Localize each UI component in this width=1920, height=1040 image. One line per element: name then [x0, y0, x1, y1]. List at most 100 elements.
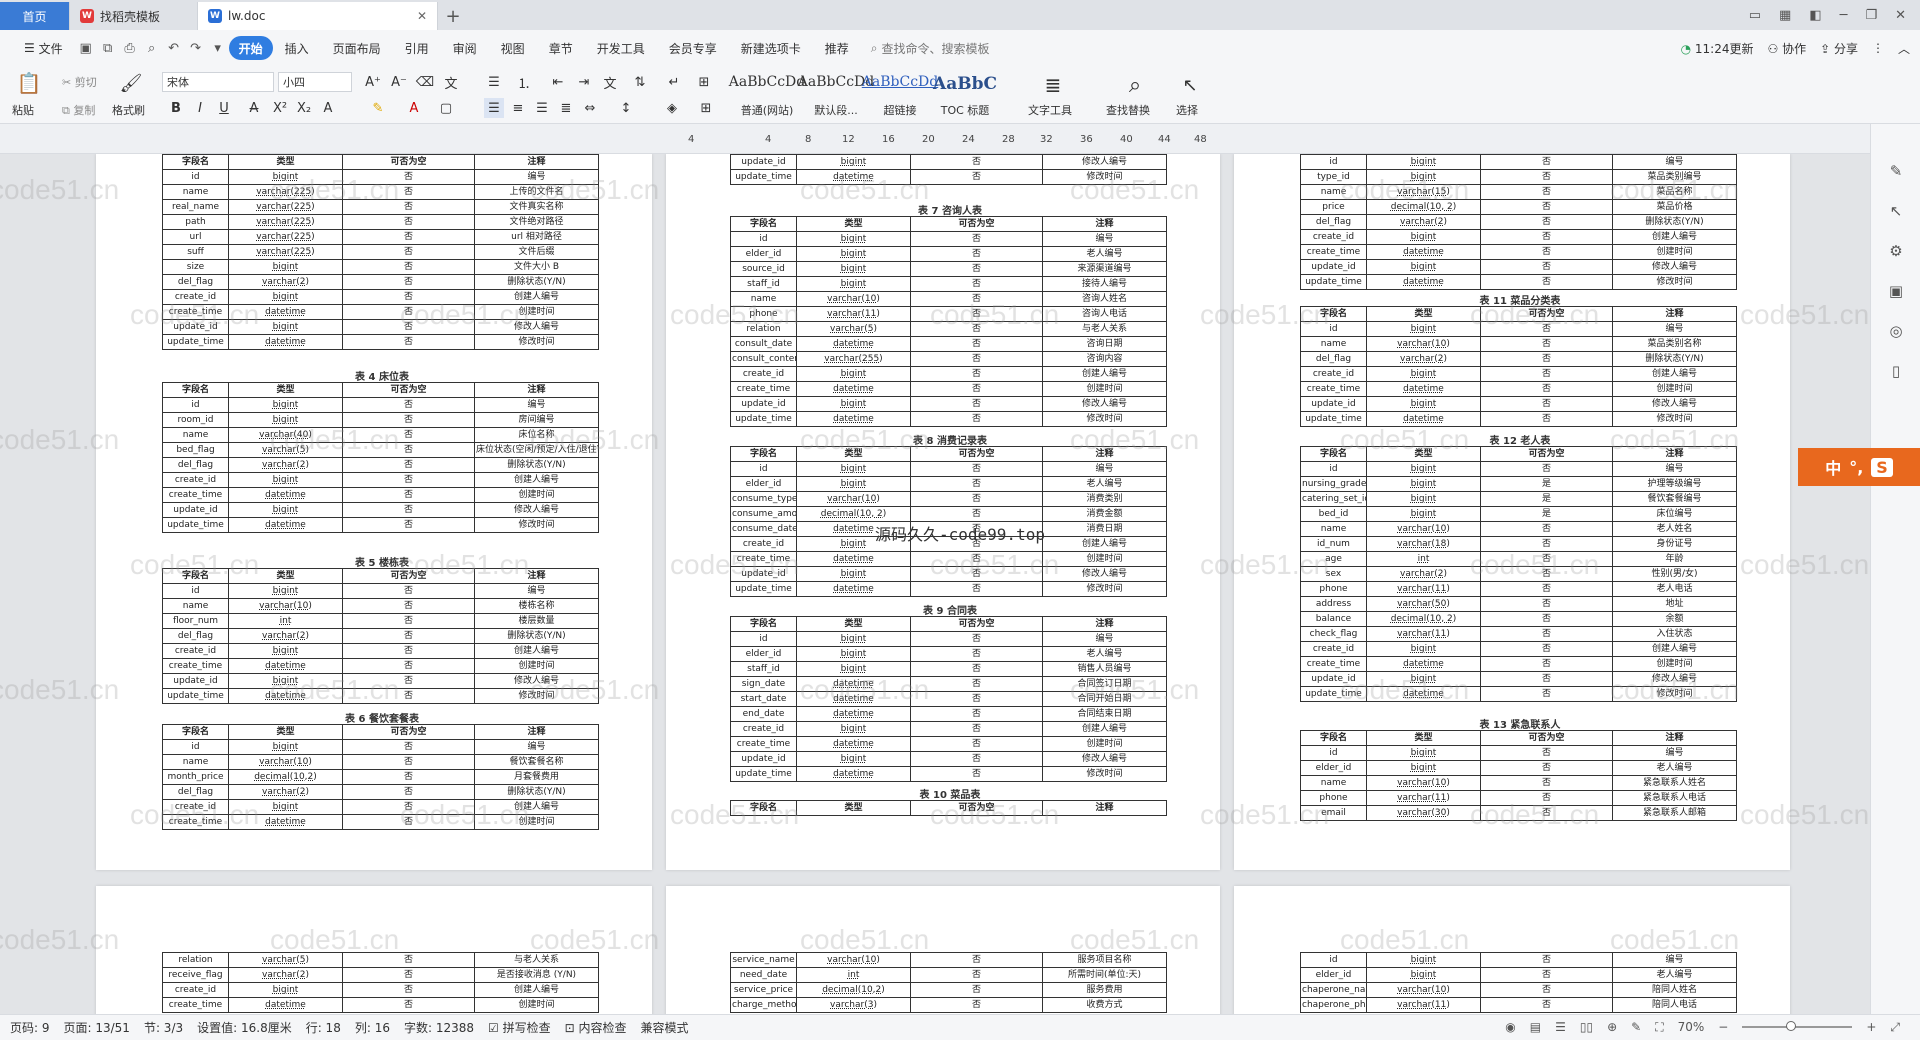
schema-table[interactable]: 字段名类型可否为空注释idbigint否编号nursing_grade_idbi… — [1300, 446, 1737, 702]
font-size-select[interactable]: 小四 — [278, 72, 352, 92]
eye-protect-icon[interactable]: ◉ — [1505, 1020, 1515, 1034]
table-row[interactable]: update_time datetime 否修改时间 — [1300, 686, 1737, 702]
table-row[interactable]: id bigint 否编号 — [1300, 321, 1737, 337]
table-row[interactable]: name varchar(10) 否楼栋名称 — [162, 598, 599, 614]
table-row[interactable]: address varchar(50) 否地址 — [1300, 596, 1737, 612]
image-icon[interactable]: ▣ — [1886, 282, 1906, 302]
table-row[interactable]: del_flag varchar(2) 否删除状态(Y/N) — [162, 628, 599, 644]
table-row[interactable]: bed_flagvarchar(5)否床位状态(空闲/预定/入住/退住审核) — [162, 442, 599, 458]
table-row[interactable]: update_time datetime 否修改时间 — [162, 334, 599, 350]
schema-table[interactable]: 字段名 类型 可否为空 注释 id bigint 否编号 name varchar(10) 否楼栋… — [162, 568, 599, 704]
command-search[interactable]: ⌕ 查找命令、搜索模板 — [871, 40, 990, 57]
line-spacing-icon[interactable]: ↕ — [616, 98, 636, 118]
table-row[interactable]: create_id bigint 否创建人编号 — [1300, 366, 1737, 382]
schema-table[interactable]: relation varchar(5) 否与老人关系 receive_flag varc… — [162, 952, 599, 1013]
font-name-select[interactable]: 宋体 — [162, 72, 274, 92]
clear-format-icon[interactable]: ⌫ — [414, 72, 436, 92]
table-row[interactable]: source_id bigint 否来源渠道编号 — [730, 261, 1167, 277]
menu-member[interactable]: 会员专享 — [657, 36, 729, 60]
redo-icon[interactable]: ↷ — [185, 37, 207, 59]
paste-icon[interactable]: 📋 — [16, 70, 42, 96]
spell-check-toggle[interactable]: ☑ 拼写检查 — [488, 1019, 551, 1036]
table-row[interactable]: consume_amountdecimal(10, 2)否消费金额 — [730, 506, 1167, 522]
table-row[interactable]: elder_id bigint 否老人编号 — [1300, 967, 1737, 983]
table-row[interactable]: id bigint 否编号 — [162, 739, 599, 755]
find-replace-icon[interactable]: ⌕ — [1120, 72, 1150, 98]
tab-templates[interactable]: W 找稻壳模板 — [70, 2, 198, 30]
text-tools-icon[interactable]: ≣ — [1038, 72, 1068, 98]
schema-table[interactable]: 字段名 类型 可否为空 注释 id bigint 否编号 elder_id bigint 否老人编… — [730, 216, 1167, 427]
table-row[interactable]: receive_flag varchar(2) 否是否接收消息 (Y/N) — [162, 967, 599, 983]
content-check-button[interactable]: ⊡ 内容检查 — [565, 1019, 627, 1036]
table-row[interactable]: id bigint 否编号 — [730, 631, 1167, 647]
fullscreen-icon[interactable]: ⤢ — [1890, 1020, 1900, 1035]
show-marks-icon[interactable]: ↵ — [664, 72, 684, 92]
more-icon[interactable]: ⋮ — [1872, 41, 1884, 55]
pen-icon[interactable]: ✎ — [1886, 162, 1906, 182]
table-row[interactable]: url varchar(225) 否 url 相对路径 — [162, 229, 599, 245]
skin-icon[interactable]: ◧ — [1809, 8, 1821, 23]
style-toc-heading[interactable]: AaBbC TOC 标题 — [933, 74, 997, 118]
table-row[interactable]: create_id bigint 否创建人编号 — [1300, 229, 1737, 245]
table-row[interactable]: name varchar(40) 否床位名称 — [162, 427, 599, 443]
text-effect-icon[interactable]: A — [318, 98, 338, 118]
status-page-num[interactable]: 页码: 9 — [10, 1019, 50, 1036]
page-view-icon[interactable]: ▤ — [1530, 1020, 1541, 1034]
table-row[interactable]: age int 否年龄 — [1300, 551, 1737, 567]
select-label[interactable]: 选择 — [1176, 102, 1198, 118]
restore-icon[interactable]: ❐ — [1865, 8, 1877, 23]
bullet-list-icon[interactable]: ☰ — [484, 72, 504, 92]
table-row[interactable]: update_id bigint 否修改人编号 — [162, 319, 599, 335]
table-row[interactable]: real_name varchar(225) 否文件真实名称 — [162, 199, 599, 215]
table-row[interactable]: del_flag varchar(2) 否删除状态(Y/N) — [1300, 214, 1737, 230]
table-row[interactable]: create_id bigint 否创建人编号 — [162, 289, 599, 305]
table-row[interactable]: consult_date datetime 否咨询日期 — [730, 336, 1167, 352]
table-row[interactable]: id bigint 否编号 — [1300, 154, 1737, 170]
status-words[interactable]: 字数: 12388 — [404, 1019, 474, 1036]
table-row[interactable]: update_time datetime 否修改时间 — [730, 411, 1167, 427]
menu-start[interactable]: 开始 — [228, 36, 273, 60]
table-row[interactable]: charge_method varchar(3) 否收费方式 — [730, 997, 1167, 1013]
layout-toggle-icon[interactable]: ▭ — [1749, 8, 1761, 23]
text-tools-label[interactable]: 文字工具 — [1028, 102, 1072, 118]
export-pdf-icon[interactable]: ⧉ — [97, 37, 119, 59]
status-page[interactable]: 页面: 13/51 — [64, 1019, 130, 1036]
table-row[interactable]: del_flag varchar(2) 否删除状态(Y/N) — [162, 784, 599, 800]
table-border-icon[interactable]: ⊞ — [694, 72, 714, 92]
menu-review[interactable]: 审阅 — [441, 36, 489, 60]
table-row[interactable]: price decimal(10, 2) 否菜品价格 — [1300, 199, 1737, 215]
table-row[interactable]: size bigint 否文件大小 B — [162, 259, 599, 275]
book-icon[interactable]: ▯ — [1886, 362, 1906, 382]
subscript-icon[interactable]: X₂ — [294, 98, 314, 118]
status-section[interactable]: 节: 3/3 — [144, 1019, 183, 1036]
table-row[interactable]: id bigint 否编号 — [730, 231, 1167, 247]
table-row[interactable]: create_time datetime 否创建时间 — [162, 814, 599, 830]
table-row[interactable]: elder_id bigint 否老人编号 — [730, 646, 1167, 662]
zoom-slider[interactable] — [1742, 1021, 1853, 1031]
table-row[interactable]: create_time datetime 否创建时间 — [1300, 381, 1737, 397]
table-row[interactable]: suff varchar(225) 否文件后缀 — [162, 244, 599, 260]
decrease-indent-icon[interactable]: ⇤ — [548, 72, 568, 92]
table-row[interactable]: name varchar(15) 否菜品名称 — [1300, 184, 1737, 200]
tab-document[interactable]: Wlw.doc ✕ — [198, 2, 438, 30]
table-row[interactable]: create_time datetime 否创建时间 — [1300, 244, 1737, 260]
table-row[interactable]: need_date int 否所需时间(单位:天) — [730, 967, 1167, 983]
share-button[interactable]: ⇪ 分享 — [1820, 40, 1858, 57]
table-row[interactable]: phone varchar(11) 否紧急联系人电话 — [1300, 790, 1737, 806]
read-view-icon[interactable]: ▯▯ — [1580, 1020, 1593, 1034]
table-row[interactable]: start_date datetime 否合同开始日期 — [730, 691, 1167, 707]
menu-recommend[interactable]: 推荐 — [813, 36, 861, 60]
close-tab-icon[interactable]: ✕ — [417, 9, 427, 23]
schema-table[interactable]: 字段名 类型 可否为空 注释 id bigint 否编号 name varchar(10) 否餐饮… — [162, 724, 599, 830]
increase-indent-icon[interactable]: ⇥ — [574, 72, 594, 92]
table-row[interactable]: update_id bigint 否修改人编号 — [162, 673, 599, 689]
table-row[interactable]: phone varchar(11) 否老人电话 — [1300, 581, 1737, 597]
table-row[interactable]: nursing_grade_idbigint是护理等级编号 — [1300, 476, 1737, 492]
table-row[interactable]: id bigint 否编号 — [162, 169, 599, 185]
schema-table[interactable]: service_name varchar(10) 否服务项目名称 need_date i… — [730, 952, 1167, 1013]
align-center-icon[interactable]: ≡ — [508, 98, 528, 118]
table-row[interactable]: update_time datetime 否修改时间 — [730, 766, 1167, 782]
cut-button[interactable]: ✂ 剪切 — [62, 74, 97, 90]
format-painter-label[interactable]: 格式刷 — [112, 102, 145, 118]
table-row[interactable]: create_time datetime 否创建时间 — [730, 551, 1167, 567]
